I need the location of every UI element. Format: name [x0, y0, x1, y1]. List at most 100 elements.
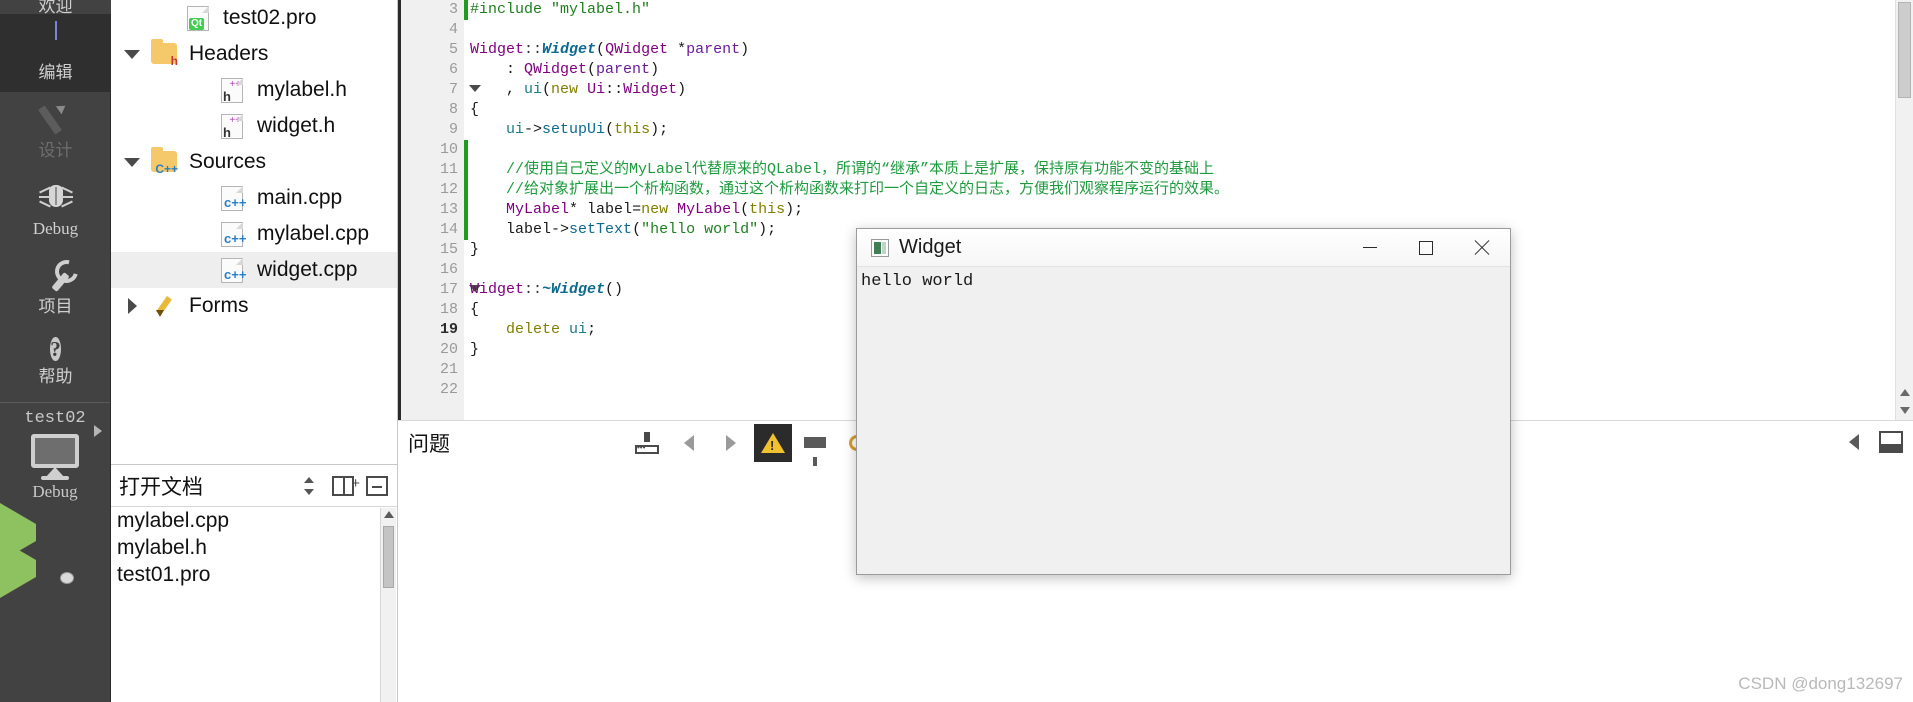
sidebar-item-debug-label: Debug	[32, 219, 79, 238]
tree-item-label: Headers	[189, 42, 269, 65]
tree-item-main-cpp[interactable]: c++ main.cpp	[111, 180, 397, 216]
tree-item-label: main.cpp	[257, 186, 343, 209]
kit-selector[interactable]: test02 Debug	[0, 403, 110, 502]
sort-updown-button[interactable]	[295, 472, 323, 500]
question-circle-icon: ?	[50, 337, 61, 361]
sidebar-item-projects-label: 项目	[38, 297, 73, 316]
list-item[interactable]: mylabel.cpp	[111, 507, 397, 534]
sidebar-item-edit-label: 编辑	[38, 63, 73, 82]
monitor-icon	[27, 434, 83, 480]
editor-scrollbar[interactable]	[1895, 0, 1913, 422]
warning-triangle-icon	[761, 432, 785, 453]
list-item[interactable]: test01.pro	[111, 561, 397, 588]
line-number: 8	[448, 101, 458, 118]
panel-box-icon[interactable]	[1879, 431, 1903, 453]
warnings-toggle[interactable]	[754, 423, 792, 462]
folder-sources-icon: C++	[149, 147, 181, 176]
line-number: 20	[439, 341, 458, 358]
folder-headers-icon: h	[149, 39, 181, 68]
open-documents-list[interactable]: mylabel.cpp mylabel.h test01.pro	[111, 507, 397, 588]
right-caret-icon[interactable]	[94, 425, 102, 437]
open-document-label: test01.pro	[117, 562, 211, 586]
tree-item-headers[interactable]: h Headers	[111, 36, 397, 72]
sidebar-item-welcome[interactable]: 欢迎	[0, 0, 111, 14]
tree-item-label: Forms	[189, 294, 249, 317]
line-number: 17	[401, 280, 481, 300]
line-number: 16	[439, 261, 458, 278]
minimize-button[interactable]	[1342, 229, 1398, 267]
qt-pro-file-icon: Qt	[183, 4, 215, 32]
dialog-title-bar[interactable]: Widget	[857, 229, 1510, 267]
close-button[interactable]	[1454, 229, 1510, 267]
run-debug-triangle-icon	[0, 539, 36, 598]
sidebar-item-design-label: 设计	[38, 141, 73, 160]
open-documents-title: 打开文档	[119, 475, 203, 499]
tree-collapse-arrow[interactable]	[127, 298, 137, 314]
line-number: 10	[439, 141, 458, 158]
scrollbar-thumb[interactable]	[383, 526, 394, 588]
close-split-button[interactable]	[363, 472, 391, 500]
tree-item-label: widget.h	[257, 114, 336, 137]
filter-button[interactable]	[796, 424, 834, 466]
tree-item-sources[interactable]: C++ Sources	[111, 144, 397, 180]
maximize-button[interactable]	[1398, 229, 1454, 267]
open-documents-scrollbar[interactable]	[380, 508, 396, 702]
qt-widget-icon	[871, 238, 889, 257]
sidebar-item-help[interactable]: ? 帮助	[0, 326, 111, 396]
panel-title-issues[interactable]: 问题	[408, 428, 628, 458]
split-editor-button[interactable]: +	[329, 472, 360, 500]
output-filter-icon[interactable]: •••	[628, 424, 666, 462]
list-item[interactable]: mylabel.h	[111, 534, 397, 561]
start-debugging-button[interactable]	[0, 539, 111, 598]
line-number: 13	[439, 201, 458, 218]
scroll-up-arrow-icon[interactable]	[384, 511, 394, 518]
window-controls	[1342, 229, 1510, 267]
scrollbar-thumb[interactable]	[1898, 2, 1911, 98]
dialog-title: Widget	[899, 236, 962, 258]
scroll-up-arrow-icon[interactable]	[1900, 389, 1910, 396]
bug-icon	[37, 178, 75, 216]
line-number-gutter: 3 4 5 6 7 8 9 10 11 12 13 14 15 16 17 18 19 20 21 22	[398, 0, 481, 422]
line-number: 3	[448, 1, 458, 18]
line-number: 22	[439, 381, 458, 398]
next-item-button[interactable]	[712, 424, 750, 462]
line-number: 4	[448, 21, 458, 38]
tree-item-widget-h[interactable]: ++ h widget.h	[111, 108, 397, 144]
tree-expand-arrow[interactable]	[124, 49, 140, 59]
tree-item-label: test02.pro	[223, 6, 317, 29]
open-documents-header: 打开文档 +	[111, 465, 397, 507]
left-caret-icon[interactable]	[1849, 434, 1859, 450]
minimize-icon	[1363, 247, 1377, 248]
maximize-icon	[1419, 240, 1433, 255]
code-line: #include "mylabel.h"	[470, 1, 651, 18]
sidebar-item-projects[interactable]: 项目	[0, 248, 111, 326]
widget-application-window[interactable]: Widget hello world	[856, 228, 1511, 575]
up-down-arrows-icon	[302, 475, 316, 497]
line-number: 5	[448, 41, 458, 58]
csdn-watermark: CSDN @dong132697	[1738, 674, 1903, 693]
sidebar-item-design[interactable]: 设计	[0, 92, 111, 170]
tree-item-label: mylabel.h	[257, 78, 347, 101]
tree-item-forms[interactable]: Forms	[111, 288, 397, 324]
sidebar-item-edit[interactable]: 编辑	[0, 14, 111, 92]
code-line: {	[470, 101, 480, 118]
code-line: //给对象扩展出一个析构函数，通过这个析构函数来打印一个自定义的日志，方便我们观…	[506, 181, 1230, 198]
line-number: 9	[448, 121, 458, 138]
code-line: ui->setupUi(this);	[506, 121, 669, 138]
project-tree[interactable]: Qt test02.pro h Headers ++ h mylabel.h ++ h widge…	[111, 0, 398, 465]
code-line: : QWidget(parent)	[470, 61, 660, 78]
tree-item-label: mylabel.cpp	[257, 222, 370, 245]
tree-item-widget-cpp[interactable]: c++ widget.cpp	[111, 252, 397, 288]
close-split-icon	[366, 475, 388, 496]
folder-forms-icon	[149, 292, 181, 320]
tree-item-mylabel-h[interactable]: ++ h mylabel.h	[111, 72, 397, 108]
scroll-down-arrow-icon[interactable]	[1900, 407, 1910, 414]
chevron-right-icon	[726, 434, 736, 451]
tree-item-test02-pro[interactable]: Qt test02.pro	[111, 0, 397, 36]
prev-item-button[interactable]	[670, 424, 708, 462]
dialog-client-area: hello world	[857, 267, 1510, 574]
sidebar-item-debug[interactable]: Debug	[0, 170, 111, 248]
tree-item-mylabel-cpp[interactable]: c++ mylabel.cpp	[111, 216, 397, 252]
tree-expand-arrow[interactable]	[124, 157, 140, 167]
